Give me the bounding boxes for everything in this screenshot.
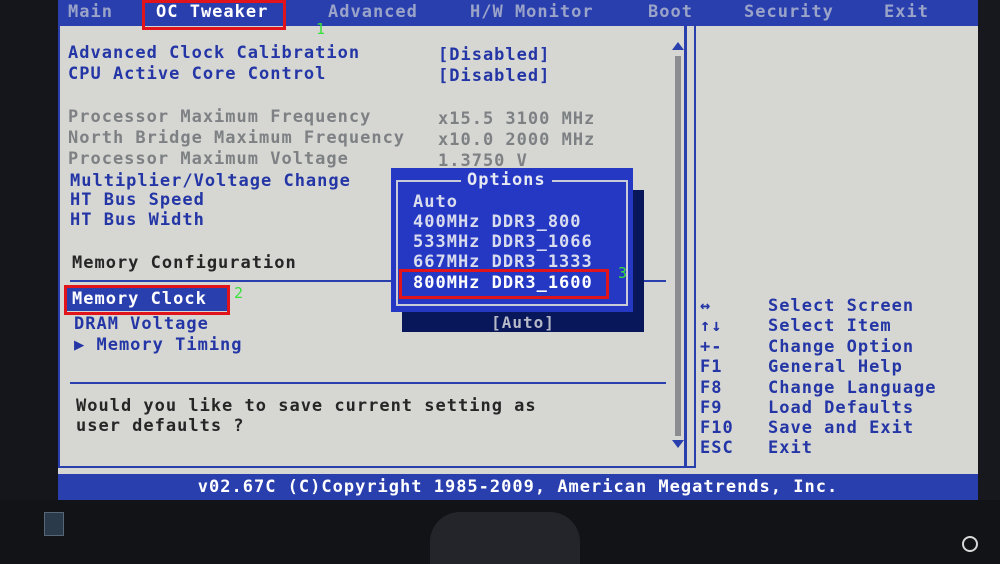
monitor-bezel-left	[0, 0, 58, 564]
help-desc: Select Item	[768, 316, 892, 336]
power-button-icon[interactable]	[962, 536, 978, 552]
help-key-arrows-ud-icon: ↑↓	[700, 316, 723, 336]
help-key-f10: F10	[700, 418, 734, 438]
help-desc: Load Defaults	[768, 398, 915, 418]
processor-max-voltage-label: Processor Maximum Voltage	[68, 149, 349, 169]
annotation-marker-2: 2	[234, 284, 244, 302]
cpu-active-core-control-value[interactable]: [Disabled]	[438, 66, 550, 86]
option-ddr3-1066[interactable]: 533MHz DDR3_1066	[413, 232, 593, 252]
help-desc: Change Language	[768, 378, 937, 398]
tab-security[interactable]: Security	[744, 2, 834, 22]
ht-bus-speed-label[interactable]: HT Bus Speed	[70, 190, 205, 210]
dram-voltage-label[interactable]: DRAM Voltage	[74, 314, 209, 334]
cpu-active-core-control-label[interactable]: CPU Active Core Control	[68, 64, 326, 84]
save-prompt-line-1: Would you like to save current setting a…	[76, 396, 537, 416]
scroll-down-arrow-icon[interactable]	[672, 440, 684, 448]
tab-main[interactable]: Main	[68, 2, 113, 22]
memory-configuration-heading: Memory Configuration	[72, 253, 297, 273]
scroll-up-arrow-icon[interactable]	[672, 42, 684, 50]
option-highlight-box	[399, 269, 609, 299]
option-ddr3-800[interactable]: 400MHz DDR3_800	[413, 212, 582, 232]
tab-boot[interactable]: Boot	[648, 2, 693, 22]
help-desc: Change Option	[768, 337, 915, 357]
north-bridge-max-frequency-label: North Bridge Maximum Frequency	[68, 128, 406, 148]
memory-timing-submenu[interactable]: ▶ Memory Timing	[74, 335, 243, 355]
help-key-f1: F1	[700, 357, 723, 377]
help-key-arrows-lr-icon: ↔	[700, 296, 712, 316]
tab-exit[interactable]: Exit	[884, 2, 929, 22]
memory-clock-current-value: [Auto]	[402, 314, 644, 332]
scroll-track[interactable]	[675, 56, 681, 436]
monitor-stand	[430, 512, 580, 564]
help-key-f8: F8	[700, 378, 723, 398]
option-auto[interactable]: Auto	[413, 192, 458, 212]
tab-hw-monitor[interactable]: H/W Monitor	[470, 2, 594, 22]
settings-scrollbar[interactable]	[672, 42, 684, 454]
save-prompt-line-2: user defaults ?	[76, 416, 245, 436]
multiplier-voltage-change-label[interactable]: Multiplier/Voltage Change	[70, 171, 351, 191]
help-key-f9: F9	[700, 398, 723, 418]
advanced-clock-calibration-label[interactable]: Advanced Clock Calibration	[68, 43, 360, 63]
ht-bus-width-label[interactable]: HT Bus Width	[70, 210, 205, 230]
memory-clock-highlight-box	[64, 285, 230, 315]
options-popup-title: Options	[461, 170, 552, 190]
processor-max-frequency-label: Processor Maximum Frequency	[68, 107, 372, 127]
north-bridge-max-frequency-value: x10.0 2000 MHz	[438, 130, 596, 150]
bios-screen: Main OC Tweaker Advanced H/W Monitor Boo…	[58, 0, 978, 500]
tab-advanced[interactable]: Advanced	[328, 2, 418, 22]
copyright-footer: v02.67C (C)Copyright 1985-2009, American…	[58, 474, 978, 500]
advanced-clock-calibration-value[interactable]: [Disabled]	[438, 45, 550, 65]
help-desc: Exit	[768, 438, 813, 458]
annotation-marker-3: 3	[618, 264, 628, 282]
help-key-plus-minus: +-	[700, 337, 723, 357]
processor-max-frequency-value: x15.5 3100 MHz	[438, 109, 596, 129]
help-key-esc: ESC	[700, 438, 734, 458]
options-popup: Options Auto 400MHz DDR3_800 533MHz DDR3…	[391, 168, 633, 312]
help-desc: General Help	[768, 357, 903, 377]
help-desc: Select Screen	[768, 296, 915, 316]
divider-lower	[70, 382, 666, 384]
help-desc: Save and Exit	[768, 418, 915, 438]
monitor-bezel-right	[978, 0, 1000, 564]
energy-sticker	[44, 512, 64, 536]
